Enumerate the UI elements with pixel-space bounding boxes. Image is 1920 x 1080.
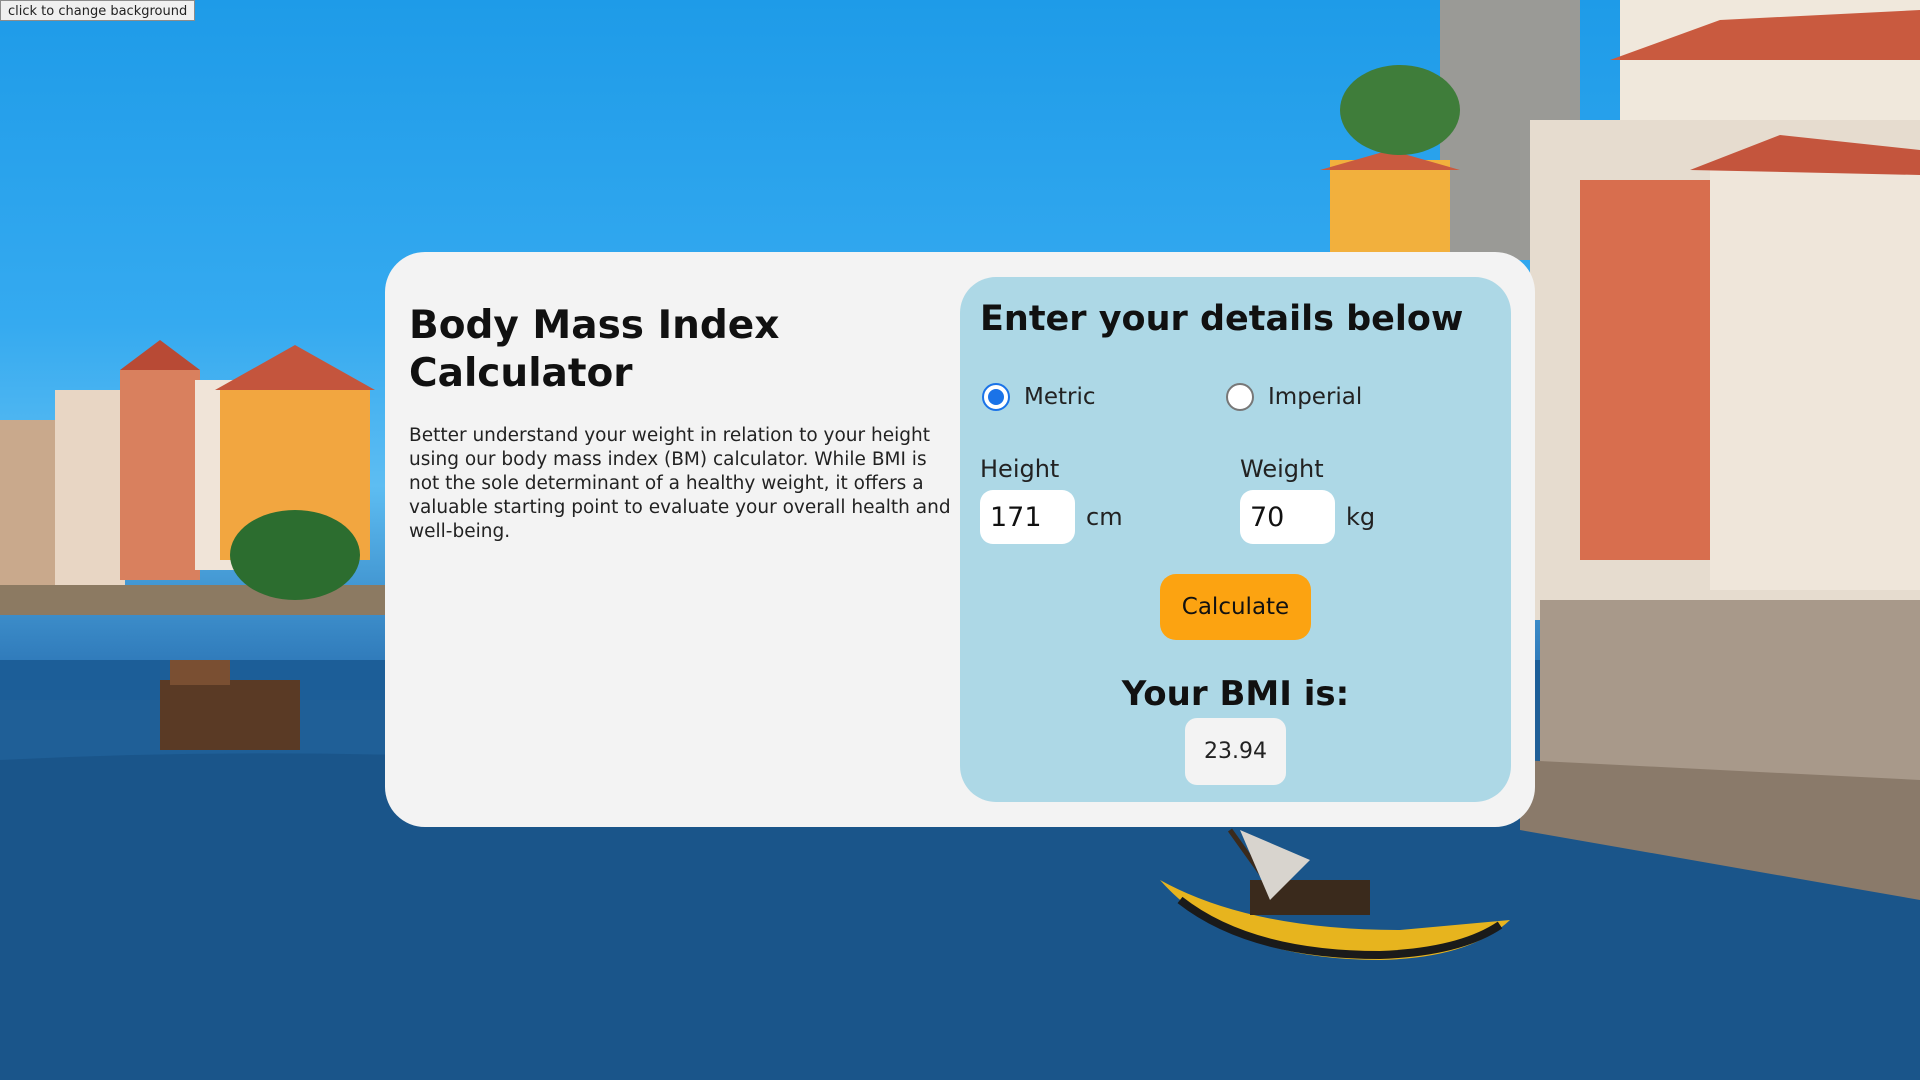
metric-option[interactable]: Metric xyxy=(982,380,1096,414)
height-label: Height xyxy=(980,455,1060,483)
page-title: Body Mass Index Calculator xyxy=(409,303,780,396)
form-heading: Enter your details below xyxy=(980,299,1464,339)
result-title: Your BMI is: xyxy=(1121,674,1350,714)
imperial-option[interactable]: Imperial xyxy=(1226,380,1362,414)
imperial-radio[interactable] xyxy=(1226,383,1254,411)
calculator-card: Body Mass Index Calculator Better unders… xyxy=(385,252,1535,827)
bmi-result-value: 23.94 xyxy=(1185,718,1286,785)
weight-label: Weight xyxy=(1240,455,1324,483)
weight-unit: kg xyxy=(1346,503,1376,531)
weight-field-group: kg xyxy=(1240,490,1375,544)
height-field-group: cm xyxy=(980,490,1123,544)
weight-input[interactable] xyxy=(1240,490,1335,544)
change-background-button[interactable]: click to change background xyxy=(0,0,196,21)
height-input[interactable] xyxy=(980,490,1075,544)
intro-section: Body Mass Index Calculator Better unders… xyxy=(409,302,954,544)
imperial-label: Imperial xyxy=(1268,384,1363,410)
details-panel: Enter your details below Metric Imperial… xyxy=(960,277,1511,802)
metric-radio[interactable] xyxy=(982,383,1010,411)
intro-description: Better understand your weight in relatio… xyxy=(409,425,951,542)
calculate-button[interactable]: Calculate xyxy=(1160,574,1311,640)
metric-label: Metric xyxy=(1024,384,1096,410)
height-unit: cm xyxy=(1086,503,1123,531)
